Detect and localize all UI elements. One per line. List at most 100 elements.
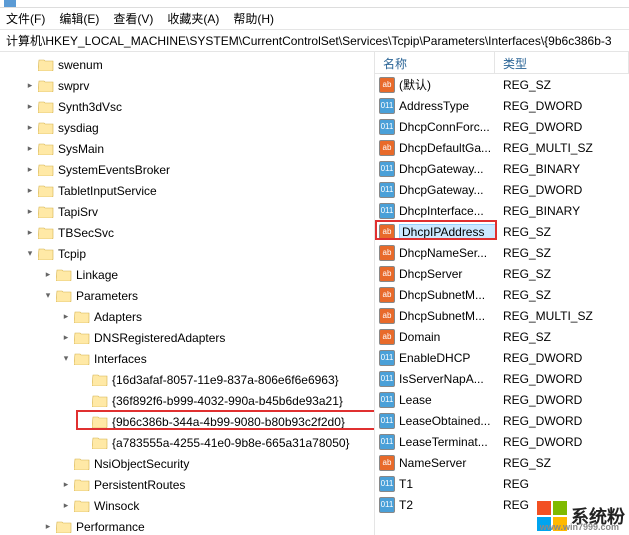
tree-item[interactable]: swenum <box>0 54 374 75</box>
value-name: T2 <box>399 498 497 512</box>
menu-file[interactable]: 文件(F) <box>6 10 45 27</box>
chevron-down-icon[interactable]: ▾ <box>24 248 36 260</box>
tree-item[interactable]: ▸PersistentRoutes <box>0 474 374 495</box>
folder-icon <box>92 436 108 449</box>
tree-item[interactable]: {16d3afaf-8057-11e9-837a-806e6f6e6963} <box>0 369 374 390</box>
string-value-icon: ab <box>379 287 395 303</box>
list-row[interactable]: abDhcpServerREG_SZ <box>375 263 629 284</box>
tree-item[interactable]: ▾ Tcpip <box>0 243 374 264</box>
tree-item[interactable]: ▸TBSecSvc <box>0 222 374 243</box>
tree-item[interactable]: ▸ SystemEventsBroker <box>0 159 374 180</box>
menu-view[interactable]: 查看(V) <box>113 10 153 27</box>
chevron-right-icon[interactable]: ▸ <box>42 521 54 533</box>
string-value-icon: ab <box>379 266 395 282</box>
chevron-right-icon[interactable]: ▸ <box>24 143 36 155</box>
tree-item[interactable]: NsiObjectSecurity <box>0 453 374 474</box>
tree-item-label: DNSRegisteredAdapters <box>94 331 225 345</box>
list-row[interactable]: abDhcpDefaultGa...REG_MULTI_SZ <box>375 137 629 158</box>
list-row[interactable]: 011DhcpConnForc...REG_DWORD <box>375 116 629 137</box>
tree-item[interactable]: {36f892f6-b999-4032-990a-b45b6de93a21} <box>0 390 374 411</box>
list-row[interactable]: 011DhcpInterface...REG_BINARY <box>375 200 629 221</box>
list-row[interactable]: 011LeaseTerminat...REG_DWORD <box>375 431 629 452</box>
folder-icon <box>74 499 90 512</box>
list-row[interactable]: abDhcpSubnetM...REG_MULTI_SZ <box>375 305 629 326</box>
value-name: AddressType <box>399 99 497 113</box>
expander-empty <box>78 416 90 428</box>
value-name: DhcpConnForc... <box>399 120 497 134</box>
value-type: REG_DWORD <box>497 372 629 386</box>
tree-item[interactable]: {9b6c386b-344a-4b99-9080-b80b93c2f2d0} <box>0 411 374 432</box>
chevron-right-icon[interactable]: ▸ <box>42 269 54 281</box>
list-row[interactable]: ab(默认)REG_SZ <box>375 74 629 95</box>
list-row[interactable]: abDhcpNameSer...REG_SZ <box>375 242 629 263</box>
chevron-right-icon[interactable]: ▸ <box>24 101 36 113</box>
list-view[interactable]: 名称 类型 ab(默认)REG_SZ011AddressTypeREG_DWOR… <box>375 52 629 535</box>
tree-item[interactable]: ▸ Performance <box>0 516 374 535</box>
tree-item-label: Performance <box>76 520 145 534</box>
tree-item-label: Tcpip <box>58 247 86 261</box>
chevron-right-icon[interactable]: ▸ <box>60 332 72 344</box>
tree-item[interactable]: ▸ sysdiag <box>0 117 374 138</box>
list-row[interactable]: abDhcpIPAddressREG_SZ <box>375 221 629 242</box>
menubar: 文件(F) 编辑(E) 查看(V) 收藏夹(A) 帮助(H) <box>0 8 629 30</box>
chevron-down-icon[interactable]: ▾ <box>42 290 54 302</box>
chevron-right-icon[interactable]: ▸ <box>24 122 36 134</box>
col-header-name[interactable]: 名称 <box>375 52 495 73</box>
list-row[interactable]: 011LeaseREG_DWORD <box>375 389 629 410</box>
chevron-right-icon[interactable]: ▸ <box>60 500 72 512</box>
tree-item[interactable]: ▸ TapiSrv <box>0 201 374 222</box>
folder-icon <box>74 352 90 365</box>
chevron-right-icon[interactable]: ▸ <box>60 311 72 323</box>
tree-item[interactable]: ▸Adapters <box>0 306 374 327</box>
list-row[interactable]: 011DhcpGateway...REG_BINARY <box>375 158 629 179</box>
address-bar[interactable]: 计算机\HKEY_LOCAL_MACHINE\SYSTEM\CurrentCon… <box>0 30 629 52</box>
value-name: (默认) <box>399 76 497 93</box>
list-row[interactable]: abDhcpSubnetM...REG_SZ <box>375 284 629 305</box>
tree-item[interactable]: ▸Winsock <box>0 495 374 516</box>
value-type: REG_SZ <box>497 225 629 239</box>
col-header-type[interactable]: 类型 <box>495 52 629 73</box>
folder-icon <box>38 163 54 176</box>
menu-edit[interactable]: 编辑(E) <box>59 10 99 27</box>
chevron-right-icon[interactable]: ▸ <box>24 80 36 92</box>
tree-item[interactable]: {a783555a-4255-41e0-9b8e-665a31a78050} <box>0 432 374 453</box>
list-row[interactable]: 011LeaseObtained...REG_DWORD <box>375 410 629 431</box>
tree-item[interactable]: ▾Interfaces <box>0 348 374 369</box>
folder-icon <box>74 478 90 491</box>
binary-value-icon: 011 <box>379 392 395 408</box>
tree-item[interactable]: ▾Parameters <box>0 285 374 306</box>
chevron-right-icon[interactable]: ▸ <box>60 479 72 491</box>
chevron-down-icon[interactable]: ▾ <box>60 353 72 365</box>
list-row[interactable]: 011AddressTypeREG_DWORD <box>375 95 629 116</box>
tree-item[interactable]: ▸Synth3dVsc <box>0 96 374 117</box>
value-name: EnableDHCP <box>399 351 497 365</box>
tree-item-label: TabletInputService <box>58 184 157 198</box>
chevron-right-icon[interactable]: ▸ <box>24 206 36 218</box>
tree-item-label: SystemEventsBroker <box>58 163 170 177</box>
tree-item-label: sysdiag <box>58 121 99 135</box>
tree-item[interactable]: ▸SysMain <box>0 138 374 159</box>
string-value-icon: ab <box>379 245 395 261</box>
value-name: Domain <box>399 330 497 344</box>
chevron-right-icon[interactable]: ▸ <box>24 164 36 176</box>
list-row[interactable]: abDomainREG_SZ <box>375 326 629 347</box>
list-row[interactable]: 011T1REG <box>375 473 629 494</box>
chevron-right-icon[interactable]: ▸ <box>24 185 36 197</box>
value-type: REG_SZ <box>497 288 629 302</box>
value-name: LeaseTerminat... <box>399 435 497 449</box>
list-row[interactable]: 011IsServerNapA...REG_DWORD <box>375 368 629 389</box>
tree-item[interactable]: ▸swprv <box>0 75 374 96</box>
list-row[interactable]: abNameServerREG_SZ <box>375 452 629 473</box>
folder-icon <box>56 268 72 281</box>
tree-item[interactable]: ▸ TabletInputService <box>0 180 374 201</box>
tree-view[interactable]: swenum▸swprv▸Synth3dVsc▸sysdiag▸SysMain▸… <box>0 52 375 535</box>
list-row[interactable]: 011EnableDHCPREG_DWORD <box>375 347 629 368</box>
list-row[interactable]: 011DhcpGateway...REG_DWORD <box>375 179 629 200</box>
menu-favorites[interactable]: 收藏夹(A) <box>167 10 219 27</box>
menu-help[interactable]: 帮助(H) <box>233 10 274 27</box>
tree-item[interactable]: ▸Linkage <box>0 264 374 285</box>
tree-item-label: TapiSrv <box>58 205 98 219</box>
chevron-right-icon[interactable]: ▸ <box>24 227 36 239</box>
tree-item[interactable]: ▸ DNSRegisteredAdapters <box>0 327 374 348</box>
tree-item-label: {16d3afaf-8057-11e9-837a-806e6f6e6963} <box>112 373 339 387</box>
